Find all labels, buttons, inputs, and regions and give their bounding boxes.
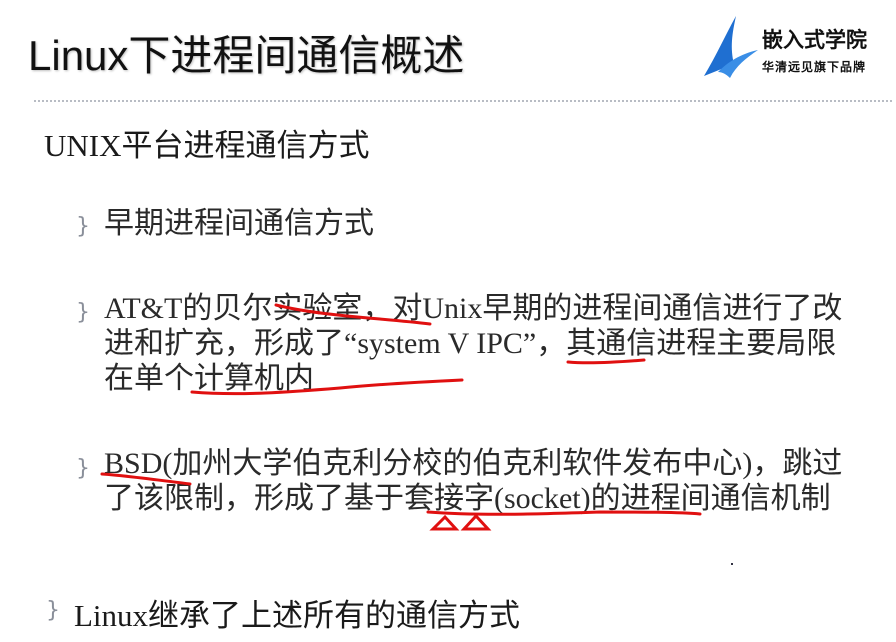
list-item: BSD(加州大学伯克利分校的伯克利软件发布中心)，跳过了该限制，形成了基于套接字… <box>104 447 843 515</box>
logo-swoosh-icon <box>704 16 758 78</box>
summary-item: Linux继承了上述所有的通信方式 <box>74 598 521 633</box>
section-heading: UNIX平台进程通信方式 <box>44 128 370 163</box>
triangle-mark <box>429 514 460 531</box>
list-item: 早期进程间通信方式 <box>104 207 374 240</box>
triangle-mark <box>460 513 492 531</box>
logo-name: 嵌入式学院 <box>762 28 867 52</box>
slide-title: Linux下进程间通信概述 <box>28 32 465 79</box>
bullet-icon: } <box>76 214 90 239</box>
stray-dot <box>731 563 733 565</box>
bullet-icon: } <box>46 598 60 623</box>
bullet-icon: } <box>76 456 90 481</box>
logo-tagline: 华清远见旗下品牌 <box>762 60 867 74</box>
logo: 嵌入式学院 华清远见旗下品牌 <box>700 12 890 84</box>
bullet-icon: } <box>76 300 90 325</box>
title-divider <box>34 100 892 102</box>
list-item: AT&T的贝尔实验室，对Unix早期的进程间通信进行了改进和扩充，形成了“sys… <box>104 292 843 395</box>
